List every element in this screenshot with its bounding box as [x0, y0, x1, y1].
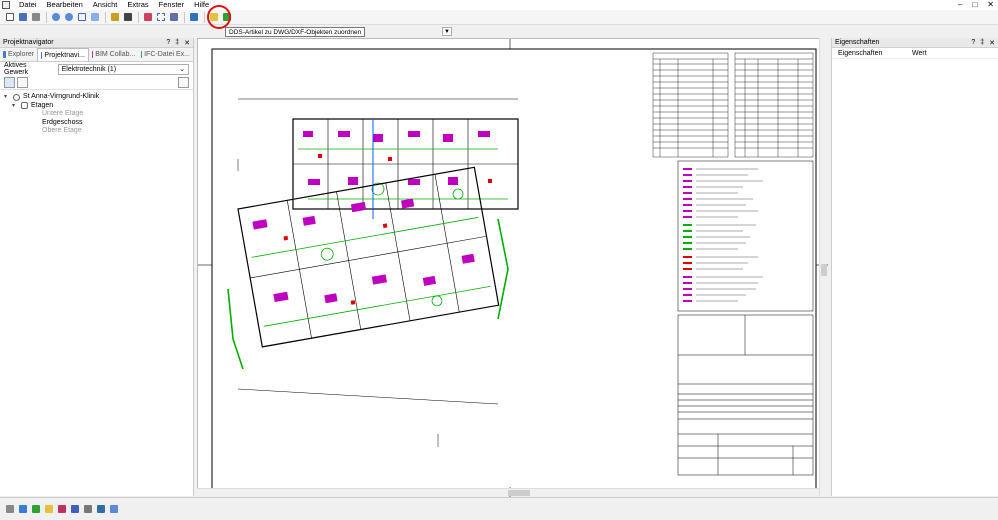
- tree-node-floor[interactable]: Erdgeschoss: [4, 119, 189, 128]
- status-icon[interactable]: [82, 504, 93, 515]
- connect-icon[interactable]: [142, 12, 153, 23]
- column-value: Wert: [912, 49, 927, 57]
- horizontal-scrollbar[interactable]: [197, 488, 819, 496]
- dimension-lines: [237, 98, 518, 447]
- ifc-icon: [141, 51, 143, 58]
- status-icon[interactable]: [17, 504, 28, 515]
- legend-block: [677, 160, 814, 312]
- chevron-down-icon[interactable]: ▼: [442, 27, 452, 36]
- gewerk-row: Aktives Gewerk Elektrotechnik (1) ⌄: [0, 62, 193, 76]
- toolbar-separator: [105, 11, 106, 23]
- panel-title: Eigenschaften: [835, 39, 880, 46]
- zoom-out-icon[interactable]: [63, 12, 74, 23]
- status-bar: [0, 497, 998, 520]
- title-block: [677, 314, 814, 476]
- gewerk-select[interactable]: Elektrotechnik (1) ⌄: [57, 63, 189, 75]
- scroll-thumb[interactable]: [821, 264, 827, 276]
- properties-header: Eigenschaften Wert: [832, 48, 998, 59]
- status-icon[interactable]: [69, 504, 80, 515]
- save-icon[interactable]: [17, 12, 28, 23]
- explorer-icon: [3, 51, 6, 58]
- zoom-in-icon[interactable]: [50, 12, 61, 23]
- menu-datei[interactable]: Datei: [14, 0, 42, 10]
- schedule-table-2: [734, 52, 814, 158]
- properties-panel: Eigenschaften ? ‡ ✕ Eigenschaften Wert: [831, 38, 998, 496]
- scroll-thumb[interactable]: [508, 490, 530, 496]
- main-toolbar: [0, 10, 998, 25]
- gewerk-label: Aktives Gewerk: [4, 62, 29, 76]
- status-icon[interactable]: [4, 504, 15, 515]
- project-navigator-panel: Projektnavigator ? ‡ ✕ Explorer Projektn…: [0, 38, 194, 496]
- tab-explorer[interactable]: Explorer: [0, 48, 37, 61]
- collapse-icon[interactable]: ▾: [12, 102, 18, 111]
- toolbar-separator: [46, 11, 47, 23]
- collapse-icon[interactable]: ▾: [4, 93, 10, 102]
- zoom-window-icon[interactable]: [76, 12, 87, 23]
- navigator-tabs: Explorer Projektnavi... BIM Collab... IF…: [0, 48, 193, 62]
- close-panel-button[interactable]: ✕: [989, 39, 995, 47]
- zoom-extents-icon[interactable]: [89, 12, 100, 23]
- navigator-icon: [41, 51, 43, 59]
- window-controls: – □ ✕: [958, 0, 994, 10]
- tooltip: DDS-Artikel zu DWG/DXF-Objekten zuordnen: [225, 27, 366, 37]
- tree-node-floor[interactable]: Obere Etage: [4, 127, 189, 136]
- status-icon[interactable]: [43, 504, 54, 515]
- project-tree: ▾ St Anna-Virngrund-Klinik ▾ Etagen Unte…: [0, 90, 193, 139]
- building-view-icon[interactable]: [4, 77, 15, 88]
- help-button[interactable]: ?: [166, 39, 170, 47]
- location-icon: [13, 93, 20, 101]
- plan-outline-green: [227, 218, 509, 370]
- close-panel-button[interactable]: ✕: [184, 39, 190, 47]
- import-icon[interactable]: [188, 12, 199, 23]
- panel-title-bar: Eigenschaften ? ‡ ✕: [832, 38, 998, 48]
- menu-bearbeiten[interactable]: Bearbeiten: [42, 0, 88, 10]
- menu-bar: Datei Bearbeiten Ansicht Extras Fenster …: [0, 0, 998, 10]
- new-file-icon[interactable]: [4, 12, 15, 23]
- tab-ifc-export[interactable]: IFC-Datei Ex...: [138, 48, 193, 61]
- export-tree-icon[interactable]: [17, 77, 28, 88]
- tab-bim-collab[interactable]: BIM Collab...: [89, 48, 138, 61]
- tree-toolbar: [0, 76, 193, 90]
- settings-icon[interactable]: [168, 12, 179, 23]
- schedule-table-1: [652, 52, 729, 158]
- menu-extras[interactable]: Extras: [122, 0, 153, 10]
- close-button[interactable]: ✕: [987, 0, 994, 10]
- grid-icon[interactable]: [155, 12, 166, 23]
- menu-fenster[interactable]: Fenster: [154, 0, 189, 10]
- drawing-canvas[interactable]: [197, 38, 828, 497]
- maximize-button[interactable]: □: [972, 0, 977, 10]
- vertical-scrollbar[interactable]: [819, 38, 827, 496]
- status-icon[interactable]: [30, 504, 41, 515]
- tree-node-etagen[interactable]: ▾ Etagen: [4, 102, 189, 111]
- panel-title: Projektnavigator: [3, 39, 54, 46]
- help-button[interactable]: ?: [971, 39, 975, 47]
- status-icon[interactable]: [95, 504, 106, 515]
- toolbar-separator: [138, 11, 139, 23]
- menu-ansicht[interactable]: Ansicht: [88, 0, 123, 10]
- status-icon[interactable]: [108, 504, 119, 515]
- status-icon[interactable]: [56, 504, 67, 515]
- layer-manager-icon[interactable]: [122, 12, 133, 23]
- tree-node-floor[interactable]: Untere Etage: [4, 110, 189, 119]
- minimize-button[interactable]: –: [958, 0, 962, 10]
- tree-node-project[interactable]: ▾ St Anna-Virngrund-Klinik: [4, 93, 189, 102]
- toolbar-separator: [184, 11, 185, 23]
- panel-title-bar: Projektnavigator ? ‡ ✕: [0, 38, 193, 48]
- app-icon: [2, 1, 10, 9]
- pin-button[interactable]: ‡: [980, 39, 984, 47]
- highlight-circle: [207, 5, 231, 29]
- print-icon[interactable]: [30, 12, 41, 23]
- layer-icon[interactable]: [109, 12, 120, 23]
- toolbar-separator: [204, 11, 205, 23]
- tab-projektnavigator[interactable]: Projektnavi...: [37, 48, 89, 61]
- plan-lower-wing: [237, 166, 500, 348]
- pin-button[interactable]: ‡: [175, 39, 179, 47]
- collapse-all-icon[interactable]: [178, 77, 189, 88]
- building-icon: [21, 102, 28, 110]
- column-property: Eigenschaften: [838, 49, 883, 57]
- floor-plan-drawing: [198, 39, 828, 497]
- chevron-down-icon: ⌄: [179, 66, 185, 73]
- bim-icon: [91, 51, 94, 58]
